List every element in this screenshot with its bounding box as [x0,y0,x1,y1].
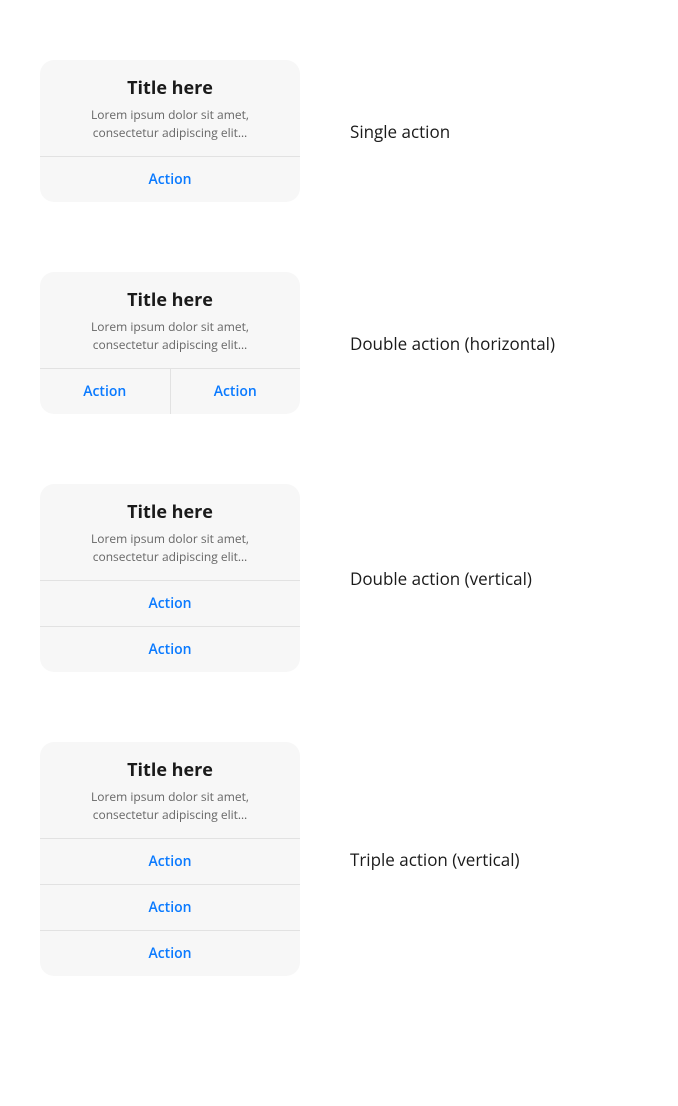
action-row: Action [40,930,300,976]
card-double-horizontal: Title here Lorem ipsum dolor sit amet, c… [40,272,300,414]
card-description: Lorem ipsum dolor sit amet, consectetur … [58,318,282,354]
example-caption: Triple action (vertical) [350,848,638,871]
card-description: Lorem ipsum dolor sit amet, consectetur … [58,530,282,566]
card-description: Lorem ipsum dolor sit amet, consectetur … [58,788,282,824]
card-body: Title here Lorem ipsum dolor sit amet, c… [40,60,300,156]
card-single: Title here Lorem ipsum dolor sit amet, c… [40,60,300,202]
action-button[interactable]: Action [40,885,300,930]
card-triple-vertical: Title here Lorem ipsum dolor sit amet, c… [40,742,300,976]
example-triple-vertical: Title here Lorem ipsum dolor sit amet, c… [40,742,638,976]
card-title: Title here [58,758,282,782]
card-description: Lorem ipsum dolor sit amet, consectetur … [58,106,282,142]
action-button[interactable]: Action [40,839,300,884]
example-double-vertical: Title here Lorem ipsum dolor sit amet, c… [40,484,638,672]
action-row: Action [40,626,300,672]
card-title: Title here [58,76,282,100]
example-double-horizontal: Title here Lorem ipsum dolor sit amet, c… [40,272,638,414]
action-button[interactable]: Action [40,157,300,202]
action-row: Action [40,580,300,626]
example-caption: Double action (vertical) [350,567,638,590]
action-button[interactable]: Action [40,627,300,672]
example-single: Title here Lorem ipsum dolor sit amet, c… [40,60,638,202]
action-button[interactable]: Action [40,369,170,414]
action-row: Action [40,156,300,202]
card-double-vertical: Title here Lorem ipsum dolor sit amet, c… [40,484,300,672]
example-caption: Double action (horizontal) [350,332,638,355]
action-button[interactable]: Action [40,581,300,626]
card-body: Title here Lorem ipsum dolor sit amet, c… [40,484,300,580]
card-body: Title here Lorem ipsum dolor sit amet, c… [40,742,300,838]
action-button[interactable]: Action [170,369,301,414]
example-caption: Single action [350,120,638,143]
action-row: Action Action [40,368,300,414]
action-row: Action [40,884,300,930]
action-button[interactable]: Action [40,931,300,976]
card-body: Title here Lorem ipsum dolor sit amet, c… [40,272,300,368]
card-title: Title here [58,500,282,524]
card-title: Title here [58,288,282,312]
action-row: Action [40,838,300,884]
